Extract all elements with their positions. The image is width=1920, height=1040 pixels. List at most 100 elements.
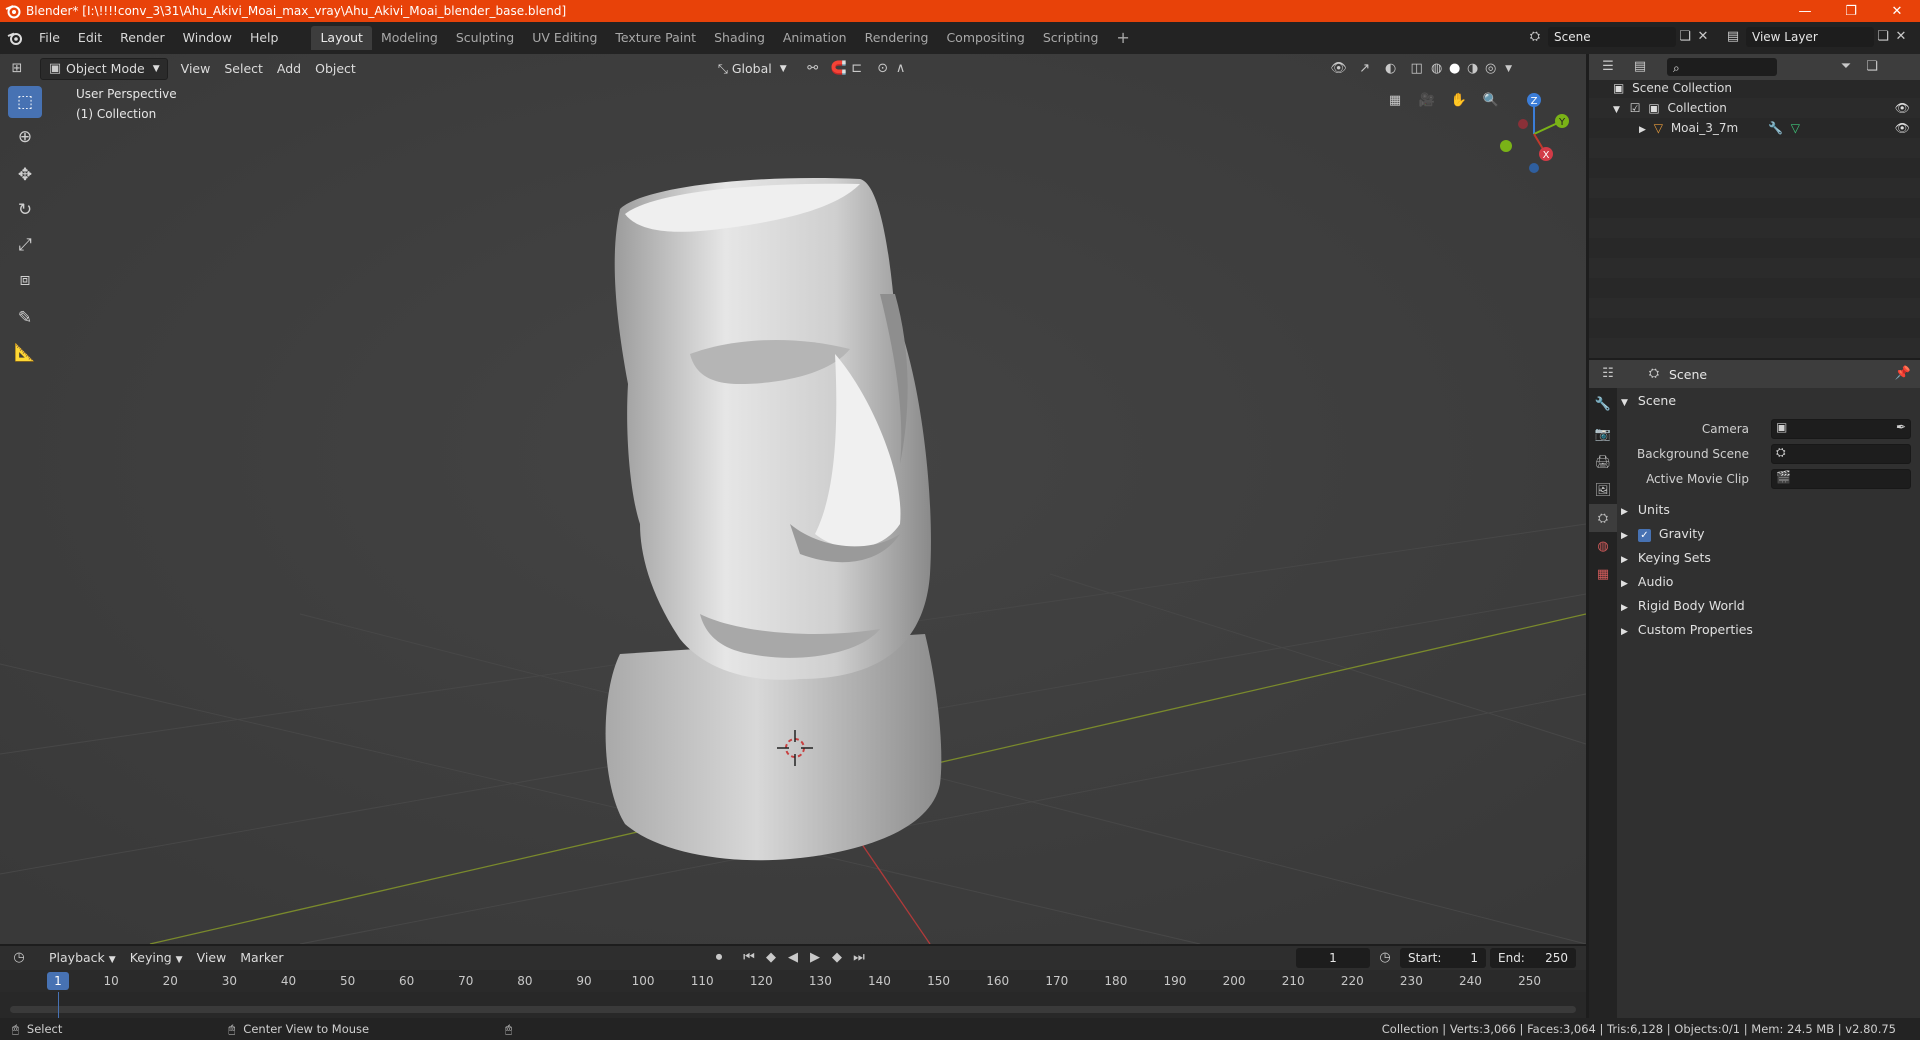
pin-icon[interactable]: 📌	[1894, 365, 1912, 383]
scale-tool-icon[interactable]: ⤢	[8, 229, 42, 261]
menu-file[interactable]: File	[30, 26, 69, 50]
menu-playback[interactable]: Playback ▼	[42, 947, 123, 969]
navigation-gizmo[interactable]: Z Y X	[1490, 84, 1580, 184]
menu-marker[interactable]: Marker	[233, 947, 290, 969]
start-frame-field[interactable]: Start: 1	[1400, 948, 1486, 968]
solid-shading-icon[interactable]: ●	[1446, 60, 1464, 78]
units-panel[interactable]: ▶ Units	[1621, 499, 1917, 521]
orientation-dropdown[interactable]: ⤡ Global ▼	[711, 58, 794, 80]
timeline-editor-icon[interactable]: ◷	[10, 949, 28, 967]
shading-options-icon[interactable]: ▼	[1500, 60, 1518, 78]
background-scene-field[interactable]: ⛭	[1771, 444, 1911, 464]
gravity-checkbox[interactable]: ✓	[1637, 529, 1651, 542]
tab-sculpting[interactable]: Sculpting	[447, 26, 523, 50]
tab-scripting[interactable]: Scripting	[1034, 26, 1108, 50]
eye-icon[interactable]: 👁	[1895, 98, 1910, 118]
camera-field[interactable]: ▣ ✒	[1771, 419, 1911, 439]
3d-viewport[interactable]: ⊞ ▣ Object Mode ▼ View Select Add Object…	[0, 54, 1586, 944]
tab-compositing[interactable]: Compositing	[937, 26, 1033, 50]
transform-tool-icon[interactable]: ⧈	[8, 264, 42, 296]
prev-keyframe-icon[interactable]: ◆	[762, 949, 780, 967]
measure-tool-icon[interactable]: 📐	[8, 337, 42, 369]
material-shading-icon[interactable]: ◑	[1464, 60, 1482, 78]
preview-range-icon[interactable]: ◷	[1376, 949, 1394, 967]
tab-modeling[interactable]: Modeling	[372, 26, 447, 50]
view-layer-icon[interactable]: ▤	[1724, 28, 1742, 46]
menu-add[interactable]: Add	[270, 58, 308, 80]
mode-dropdown[interactable]: ▣ Object Mode ▼	[40, 58, 168, 80]
menu-select[interactable]: Select	[217, 58, 270, 80]
new-view-layer-icon[interactable]: ❏	[1874, 28, 1892, 46]
world-tab-icon[interactable]: ◍	[1589, 532, 1617, 560]
tool-tab-icon[interactable]: 🔧	[1589, 390, 1617, 418]
timeline-scrollbar[interactable]	[10, 1006, 1576, 1013]
rotate-tool-icon[interactable]: ↻	[8, 194, 42, 226]
expand-arrow-icon[interactable]: ▶	[1639, 125, 1646, 135]
pan-hand-icon[interactable]: ✋	[1446, 88, 1472, 114]
eyedropper-icon[interactable]: ✒	[1896, 420, 1906, 434]
texture-tab-icon[interactable]: ▦	[1589, 560, 1617, 588]
tab-shading[interactable]: Shading	[705, 26, 774, 50]
add-workspace-icon[interactable]: +	[1107, 26, 1138, 50]
outliner-row-collection[interactable]: ▼ ☑ ▣ Collection 👁	[1589, 98, 1920, 118]
menu-timeline-view[interactable]: View	[190, 947, 234, 969]
new-scene-icon[interactable]: ❏	[1676, 28, 1694, 46]
keying-sets-panel[interactable]: ▶ Keying Sets	[1621, 547, 1917, 569]
modifier-icon[interactable]: 🔧	[1768, 121, 1783, 135]
falloff-icon[interactable]: ∧	[892, 60, 910, 78]
playhead-marker[interactable]: 1	[47, 972, 69, 990]
rigid-body-world-panel[interactable]: ▶ Rigid Body World	[1621, 595, 1917, 617]
output-tab-icon[interactable]: 🖨	[1589, 448, 1617, 476]
outliner-search-input[interactable]: ⌕	[1667, 58, 1777, 76]
overlay-toggle-icon[interactable]: ◐	[1382, 60, 1400, 78]
scene-panel-header[interactable]: ▼ Scene	[1621, 390, 1917, 412]
current-frame-field[interactable]: 1	[1296, 948, 1370, 968]
proportional-edit-icon[interactable]: ⊙	[874, 60, 892, 78]
editor-type-icon[interactable]: ⊞	[8, 60, 26, 78]
end-frame-field[interactable]: End: 250	[1490, 948, 1576, 968]
timeline-ruler[interactable]: 1 10 20 30 40 50 60 70 80 90 100 110 120 130 140 150 16…	[0, 970, 1586, 992]
menu-object[interactable]: Object	[308, 58, 363, 80]
jump-start-icon[interactable]: ⏮	[740, 949, 758, 967]
play-icon[interactable]: ▶	[806, 949, 824, 967]
properties-editor-icon[interactable]: ☷	[1599, 365, 1617, 383]
custom-properties-panel[interactable]: ▶ Custom Properties	[1621, 619, 1917, 641]
cursor-tool-icon[interactable]: ⊕	[8, 121, 42, 153]
outliner-row-moai[interactable]: ▶ ▽ Moai_3_7m 🔧 ▽ 👁	[1589, 118, 1920, 138]
moai-model[interactable]	[605, 178, 942, 861]
camera-view-icon[interactable]: 🎥	[1414, 88, 1440, 114]
tab-layout[interactable]: Layout	[311, 26, 372, 50]
tab-uv-editing[interactable]: UV Editing	[523, 26, 606, 50]
next-keyframe-icon[interactable]: ◆	[828, 949, 846, 967]
annotate-tool-icon[interactable]: ✎	[8, 302, 42, 334]
wireframe-shading-icon[interactable]: ◍	[1428, 60, 1446, 78]
snap-icon[interactable]: 🧲	[830, 60, 848, 78]
view-layer-tab-icon[interactable]: 🖼	[1589, 476, 1617, 504]
new-collection-icon[interactable]: ❏	[1863, 58, 1881, 76]
tab-texture-paint[interactable]: Texture Paint	[606, 26, 705, 50]
pivot-icon[interactable]: ⚯	[804, 60, 822, 78]
minimize-button[interactable]: —	[1782, 0, 1828, 22]
menu-window[interactable]: Window	[174, 26, 241, 50]
play-reverse-icon[interactable]: ◀	[784, 949, 802, 967]
menu-render[interactable]: Render	[111, 26, 174, 50]
view-layer-field[interactable]: View Layer	[1746, 27, 1874, 47]
move-tool-icon[interactable]: ✥	[8, 159, 42, 191]
select-box-tool-icon[interactable]: ⬚	[8, 86, 42, 118]
grid-view-icon[interactable]: ▦	[1382, 88, 1408, 114]
eye-icon[interactable]: 👁	[1895, 118, 1910, 138]
restore-button[interactable]: ❐	[1828, 0, 1874, 22]
filter-icon[interactable]: ⏷	[1837, 58, 1855, 76]
visibility-icon[interactable]: 👁	[1330, 60, 1348, 78]
display-mode-icon[interactable]: ▤	[1631, 58, 1649, 76]
menu-keying[interactable]: Keying ▼	[123, 947, 190, 969]
gizmo-toggle-icon[interactable]: ↗	[1356, 60, 1374, 78]
menu-help[interactable]: Help	[241, 26, 288, 50]
xray-icon[interactable]: ◫	[1408, 60, 1426, 78]
tab-rendering[interactable]: Rendering	[856, 26, 938, 50]
scene-field[interactable]: Scene	[1548, 27, 1676, 47]
scene-tab-icon[interactable]: ⛭	[1589, 504, 1617, 532]
mesh-data-icon[interactable]: ▽	[1791, 121, 1800, 135]
scene-icon[interactable]: ⛭	[1526, 28, 1544, 46]
audio-panel[interactable]: ▶ Audio	[1621, 571, 1917, 593]
